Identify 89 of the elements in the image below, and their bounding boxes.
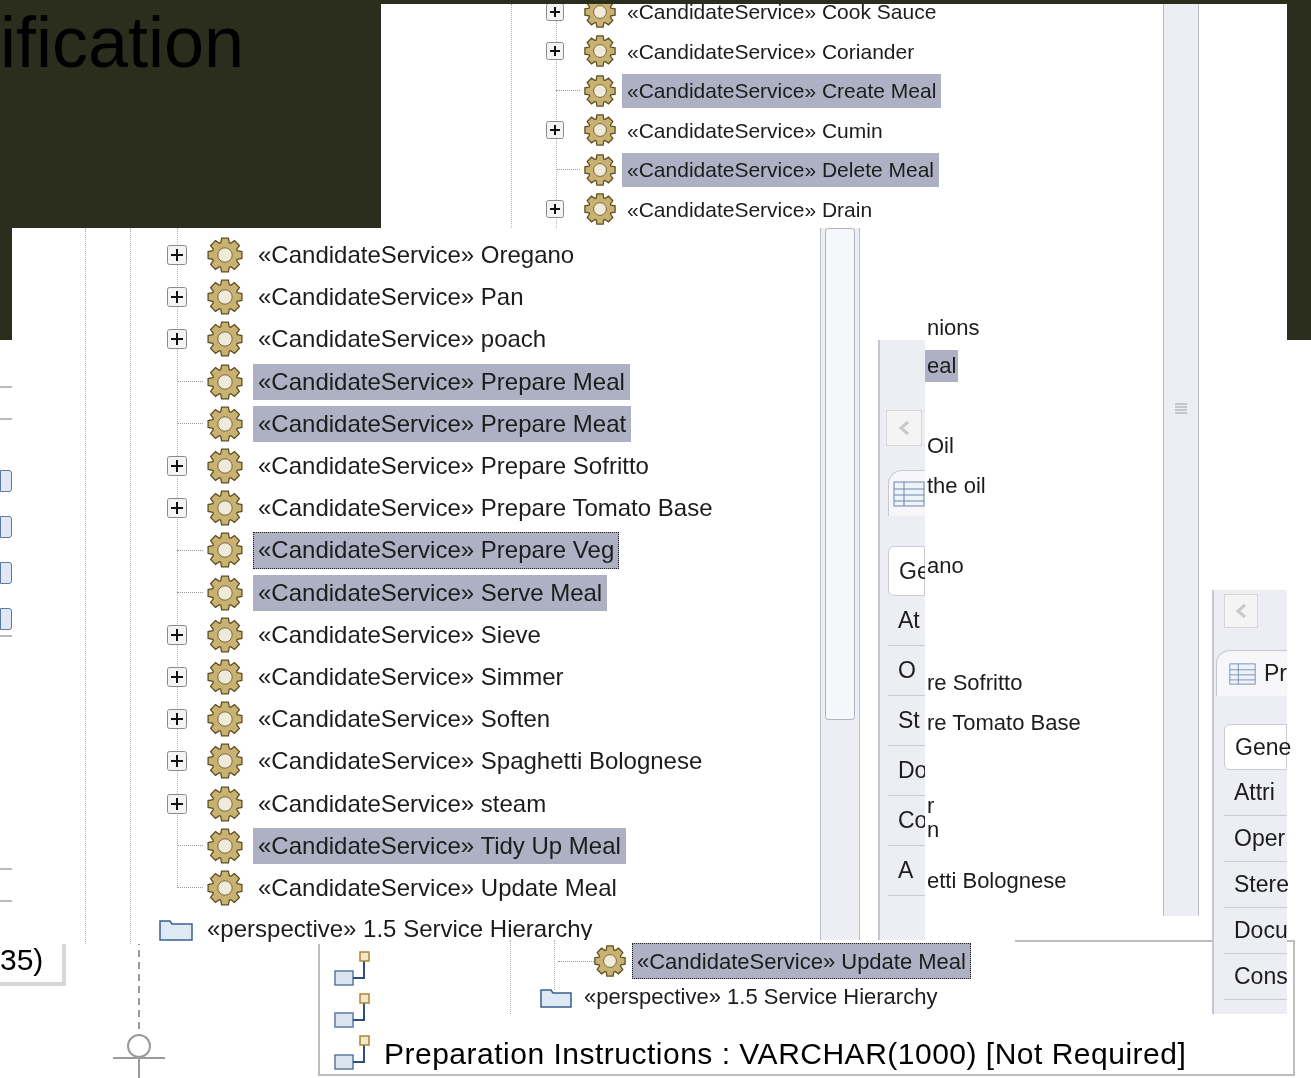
tree-item[interactable]: «perspective» 1.5 Service Hierarchy bbox=[207, 911, 593, 944]
expand-icon[interactable] bbox=[167, 666, 187, 687]
gear-icon bbox=[207, 279, 243, 316]
gear-icon bbox=[584, 35, 616, 68]
list-item[interactable]: the oil bbox=[925, 470, 988, 502]
tree-item[interactable]: «CandidateService» Prepare Tomato Base bbox=[253, 490, 718, 527]
list-item[interactable]: re Tomato Base bbox=[925, 707, 1083, 739]
node-edge bbox=[0, 516, 12, 538]
gear-icon bbox=[207, 616, 243, 653]
gear-icon bbox=[584, 114, 616, 147]
gear-icon bbox=[207, 785, 243, 822]
gear-icon bbox=[584, 153, 616, 186]
tree-item[interactable]: «CandidateService» Tidy Up Meal bbox=[253, 827, 626, 864]
expand-icon[interactable] bbox=[167, 793, 187, 814]
tree-item[interactable]: «CandidateService» Prepare Veg bbox=[253, 532, 620, 569]
folder-icon bbox=[159, 917, 193, 941]
gear-icon bbox=[207, 237, 243, 274]
expand-icon[interactable] bbox=[167, 329, 187, 350]
expand-icon[interactable] bbox=[167, 751, 187, 772]
list-item[interactable]: Oil bbox=[925, 430, 956, 462]
gear-icon bbox=[207, 405, 243, 442]
tree-item[interactable]: «CandidateService» Sieve bbox=[253, 616, 546, 653]
list-item[interactable]: ano bbox=[925, 550, 966, 582]
expand-icon[interactable] bbox=[546, 200, 564, 219]
tree-item[interactable]: «CandidateService» Pan bbox=[253, 279, 529, 316]
gear-icon bbox=[207, 363, 243, 400]
gear-icon bbox=[594, 945, 626, 977]
expand-icon[interactable] bbox=[167, 498, 187, 519]
tab[interactable]: Cons bbox=[1224, 954, 1287, 1000]
expand-icon[interactable] bbox=[546, 121, 564, 140]
gear-icon bbox=[207, 743, 243, 780]
gear-icon bbox=[207, 658, 243, 695]
gear-icon bbox=[207, 701, 243, 738]
expand-icon[interactable] bbox=[167, 624, 187, 645]
node-edge bbox=[0, 470, 12, 492]
expand-icon[interactable] bbox=[167, 709, 187, 730]
panel-title: Pr bbox=[1264, 659, 1287, 689]
tree-item[interactable]: «CandidateService» Update Meal bbox=[632, 943, 971, 979]
gear-icon bbox=[207, 321, 243, 358]
gear-icon bbox=[207, 869, 243, 906]
tree-item[interactable]: «CandidateService» Spaghetti Bolognese bbox=[253, 743, 708, 780]
tree-item[interactable]: «CandidateService» Cumin bbox=[622, 113, 888, 147]
expand-icon[interactable] bbox=[167, 245, 187, 266]
chevron-left-icon bbox=[898, 420, 910, 436]
tree-item[interactable]: «CandidateService» Prepare Sofritto bbox=[253, 447, 654, 485]
gear-icon bbox=[207, 532, 243, 569]
tree-item[interactable]: «CandidateService» steam bbox=[253, 785, 552, 822]
gear-icon bbox=[207, 448, 243, 485]
scrollbar-thumb[interactable] bbox=[825, 228, 855, 720]
gear-icon bbox=[584, 193, 616, 226]
tree-item[interactable]: «CandidateService» Prepare Meat bbox=[253, 405, 632, 442]
gear-icon bbox=[207, 827, 243, 864]
tree-item[interactable]: «CandidateService» Soften bbox=[253, 701, 556, 738]
gear-icon bbox=[207, 574, 243, 611]
tab[interactable]: Attri bbox=[1224, 770, 1287, 816]
expand-icon[interactable] bbox=[167, 287, 187, 308]
tab[interactable]: Docu bbox=[1224, 908, 1287, 954]
folder-icon bbox=[540, 986, 572, 1008]
tree-item[interactable]: «CandidateService» Drain bbox=[622, 192, 878, 226]
node-edge bbox=[0, 608, 12, 630]
list-item[interactable]: re Sofritto bbox=[925, 667, 1025, 699]
scrollbar[interactable] bbox=[1163, 4, 1199, 916]
tree-item[interactable]: «CandidateService» Serve Meal bbox=[253, 574, 608, 611]
grip-icon bbox=[1174, 402, 1188, 416]
tree-item[interactable]: «CandidateService» Update Meal bbox=[253, 869, 622, 906]
tree-item[interactable]: «CandidateService» Prepare Meal bbox=[253, 363, 630, 400]
attribute-text: Preparation Instructions : VARCHAR(1000) [Not Required] bbox=[384, 1035, 1187, 1072]
gear-icon bbox=[207, 490, 243, 527]
node-edge bbox=[0, 562, 12, 584]
expand-icon[interactable] bbox=[167, 456, 187, 477]
tab[interactable]: Oper bbox=[1224, 816, 1287, 862]
tree-item[interactable]: «CandidateService» Create Meal bbox=[622, 74, 942, 108]
tree-item[interactable]: «CandidateService» Oregano bbox=[253, 237, 580, 274]
expand-icon[interactable] bbox=[546, 42, 564, 61]
list-item[interactable]: nions bbox=[925, 312, 982, 344]
tree-item[interactable]: «CandidateService» Delete Meal bbox=[622, 153, 939, 187]
tree-item[interactable]: «CandidateService» Cook Sauce bbox=[622, 4, 942, 29]
chevron-left-icon bbox=[1235, 603, 1247, 619]
tree-item[interactable]: «perspective» 1.5 Service Hierarchy bbox=[584, 984, 938, 1010]
tab[interactable]: Stere bbox=[1224, 862, 1287, 908]
list-item[interactable]: etti Bolognese bbox=[925, 865, 1069, 897]
expand-icon[interactable] bbox=[546, 4, 564, 21]
list-item[interactable]: eal bbox=[925, 350, 959, 382]
tree-item[interactable]: «CandidateService» Simmer bbox=[253, 658, 569, 696]
gear-icon bbox=[584, 4, 616, 28]
tree-item[interactable]: «CandidateService» poach bbox=[253, 321, 552, 358]
table-icon bbox=[1229, 660, 1256, 687]
gear-icon bbox=[584, 74, 616, 107]
tree-item[interactable]: «CandidateService» Coriander bbox=[622, 34, 920, 68]
